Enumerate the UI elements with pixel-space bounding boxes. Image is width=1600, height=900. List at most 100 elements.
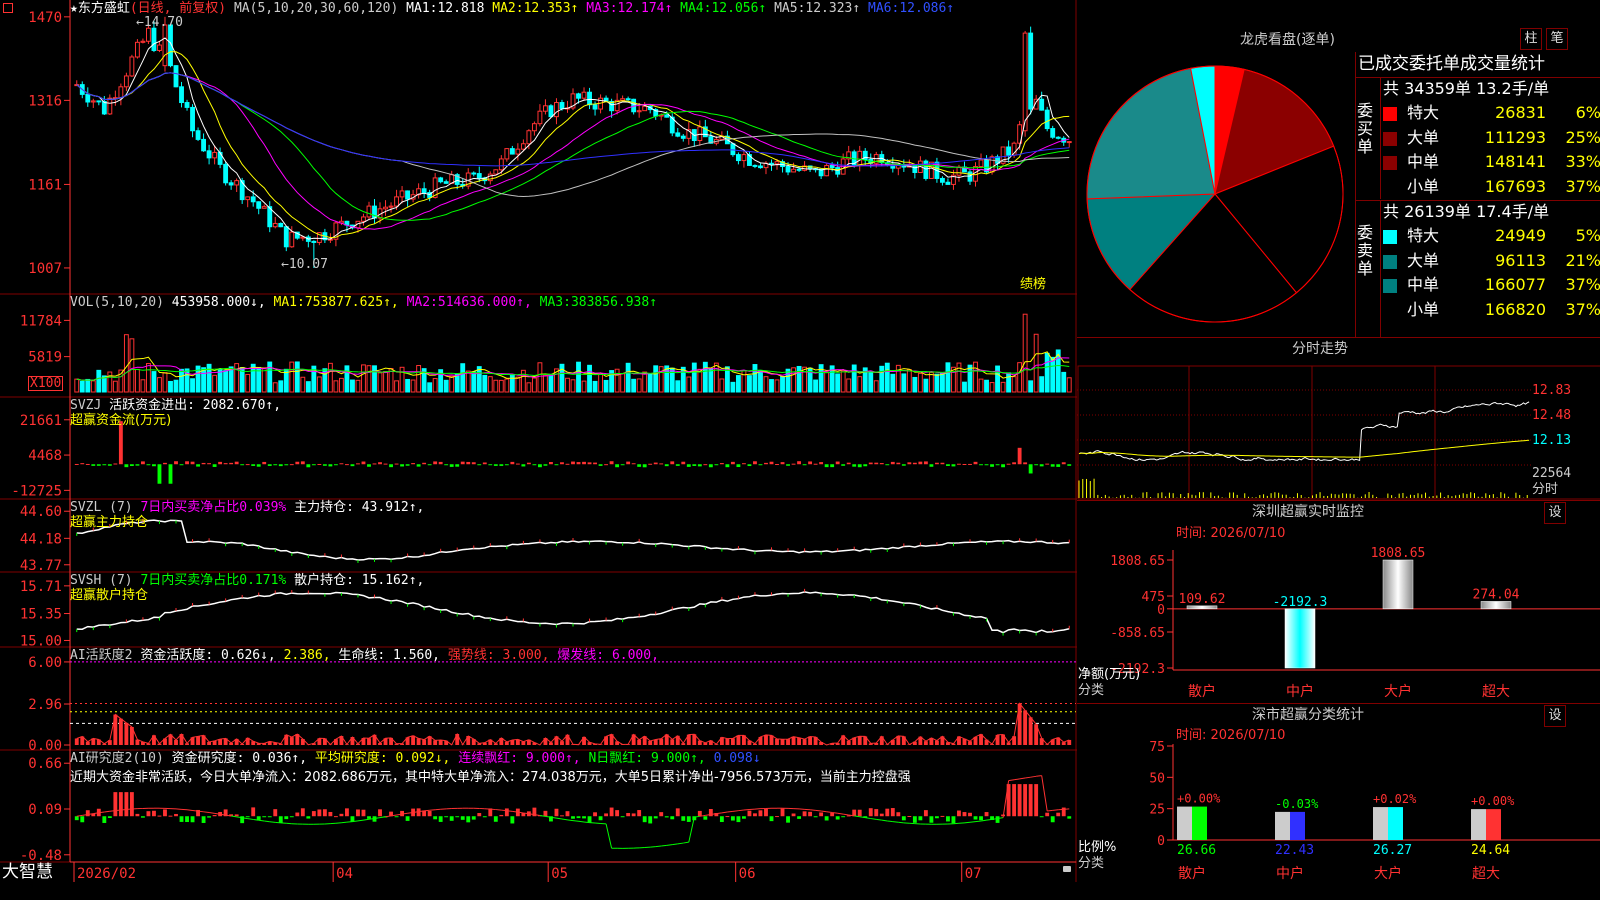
ai2-line-seg	[109, 810, 116, 812]
pie-chart[interactable]	[1077, 48, 1355, 336]
brand-label[interactable]: 大智慧	[2, 862, 53, 882]
pie-row-percent: 6%	[1575, 103, 1600, 122]
ai1-bar	[791, 736, 796, 745]
svzj-name: SVZJ	[70, 398, 102, 413]
corner-menu-icon[interactable]	[3, 3, 13, 13]
monitor-bar-value: -2192.3	[1273, 595, 1328, 610]
pie-row-name: 大单	[1407, 127, 1440, 147]
volume-bar	[785, 368, 791, 393]
ai-activity-chart[interactable]	[70, 661, 1076, 746]
svzj-bar	[328, 464, 333, 467]
volume-bar	[824, 371, 830, 393]
bar-mode-button[interactable]: 柱	[1520, 28, 1542, 50]
ai2-bar	[466, 816, 471, 823]
ai1-bar	[659, 738, 664, 745]
volume-bar	[344, 365, 350, 393]
ai1-bar	[1023, 710, 1028, 745]
candle-body	[140, 40, 146, 43]
ai2-bar	[890, 808, 895, 817]
svzj-bar	[466, 461, 471, 465]
ai2-bar	[830, 812, 835, 817]
monitor-settings-button[interactable]: 设	[1544, 502, 1566, 524]
svzj-bar	[554, 464, 559, 466]
result-tag[interactable]: 绩榜	[1020, 277, 1046, 292]
svzl-chart[interactable]	[76, 518, 1070, 563]
volume-bar	[735, 375, 741, 393]
svzj-bar	[824, 464, 829, 468]
volume-bar	[967, 364, 973, 393]
svzj-desc: 活跃资金进出: 2082.670↑,	[109, 398, 282, 413]
volume-bar	[884, 362, 890, 393]
intraday-p2: 12.48	[1532, 408, 1572, 423]
candlestick-chart[interactable]	[74, 16, 1072, 268]
ai2-line-seg	[76, 814, 83, 817]
stats-settings-button[interactable]: 设	[1544, 705, 1566, 727]
monitor-category-label: 超大	[1482, 684, 1510, 700]
ai2-line-seg	[1008, 779, 1015, 782]
candle-body	[223, 163, 229, 184]
ai2-bar	[741, 816, 746, 819]
monitor-chart[interactable]: 1808.654750-858.65-2192.3109.62散户-2192.3…	[1077, 540, 1600, 703]
pie-row-buy-0: 特大 26831 6%	[1380, 102, 1600, 124]
ai2-line-seg	[881, 819, 888, 822]
svzj-bar	[499, 464, 504, 466]
candle-body	[543, 105, 548, 112]
ai2-bar	[1045, 812, 1050, 817]
y-tick-label: 0.00	[28, 738, 62, 754]
svsh-chart[interactable]	[76, 588, 1070, 636]
volume-bar	[294, 361, 300, 393]
svzj-bar	[1050, 464, 1055, 467]
ai1-bar	[780, 739, 785, 745]
stats-chart[interactable]: 75 50 25 0 +0.00% 26.66 散户 -0.03% 22.43 中户 +0.02% 2…	[1077, 740, 1600, 900]
svzj-chart[interactable]	[74, 421, 1072, 484]
svzj-bar	[1028, 464, 1033, 474]
ai2-bar	[780, 808, 785, 817]
lock-icon[interactable]	[1063, 866, 1071, 872]
ma2-value: 12.353↑	[523, 1, 579, 16]
volume-bar	[526, 382, 532, 393]
ai2-bar	[174, 813, 178, 817]
volume-bar	[1044, 352, 1050, 393]
stock-title[interactable]: ★东方盛虹	[70, 1, 130, 16]
tick-mode-button[interactable]: 笔	[1546, 28, 1568, 50]
volume-bar	[752, 364, 758, 393]
ai2-line-seg	[661, 844, 667, 847]
volume-bar	[300, 376, 306, 393]
ai2-bar	[394, 816, 399, 818]
pie-row-volume: 148141	[1484, 152, 1546, 171]
candle-body	[587, 91, 592, 106]
svzj-bar	[1023, 462, 1028, 465]
stats-bar-left-2	[1373, 807, 1388, 840]
ai2-line-seg	[424, 809, 430, 812]
ai1-bar	[764, 734, 768, 745]
ai-research-chart[interactable]	[74, 775, 1072, 849]
ai2-bar	[1050, 816, 1055, 823]
left-chart-area[interactable]: 1470 1316 1161 1007 11784 5819 21661 4468 -12725…	[0, 0, 1077, 882]
intraday-chart[interactable]	[1077, 362, 1600, 500]
pie-row-name: 特大	[1407, 226, 1440, 245]
candle-body	[631, 98, 637, 113]
ai2-bar	[642, 816, 647, 823]
vol-unit-badge[interactable]: X100	[28, 376, 64, 391]
candle-body	[256, 201, 262, 209]
intraday-vol-unit: 分时	[1532, 482, 1559, 497]
stats-category-label: 散户	[1178, 865, 1206, 882]
volume-bar	[691, 362, 697, 393]
ai2-bar	[686, 816, 691, 822]
candle-body	[1055, 136, 1061, 139]
volume-bar	[835, 373, 841, 393]
volume-bar	[338, 377, 344, 393]
svzj-bar	[863, 464, 868, 467]
svzj-bar	[934, 462, 939, 465]
volume-chart[interactable]	[74, 313, 1072, 393]
svzj-bar	[185, 461, 189, 465]
volume-bar	[96, 369, 102, 393]
candle-body	[829, 164, 835, 169]
volume-bar	[1033, 333, 1039, 393]
ai2-bar	[571, 816, 575, 819]
y-tick-label: 1007	[28, 261, 62, 277]
stats-change-label: +0.00%	[1177, 792, 1221, 806]
svzj-bar	[753, 461, 757, 465]
ai1-bar	[846, 740, 851, 745]
y-tick-label: 1161	[28, 177, 62, 193]
